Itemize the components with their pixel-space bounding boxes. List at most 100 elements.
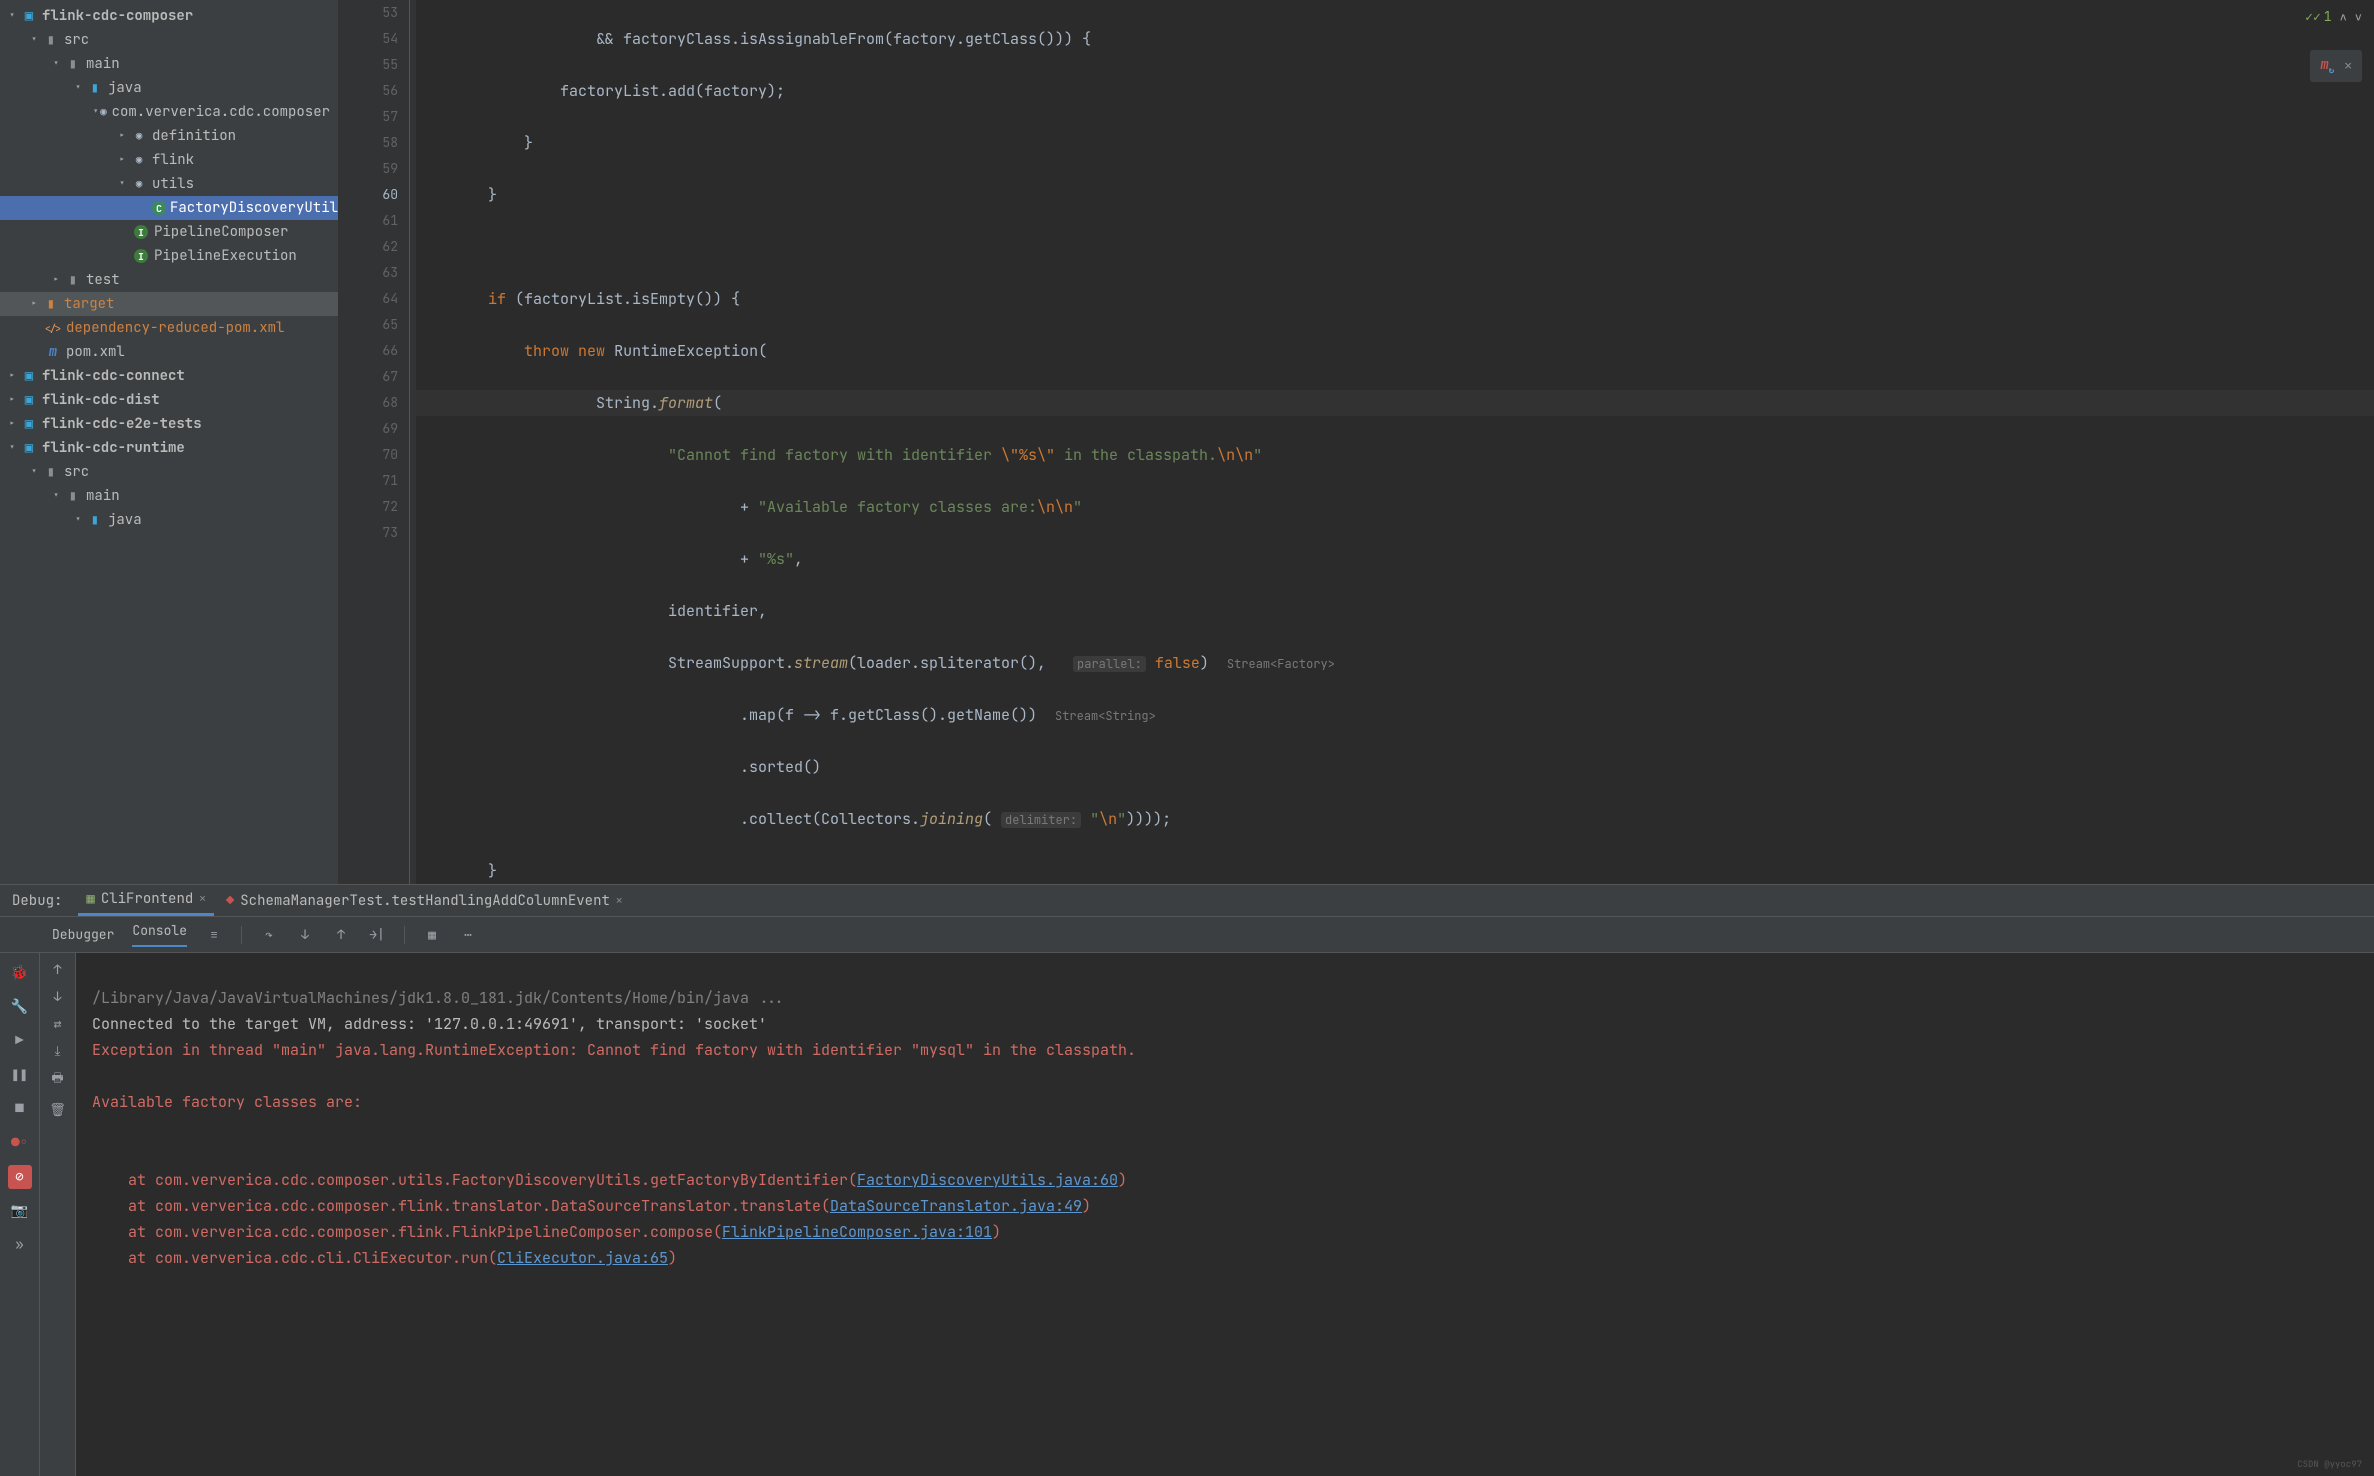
run-to-cursor-icon[interactable]: →| [368, 926, 386, 943]
stop-button[interactable]: ■ [8, 1097, 32, 1121]
class-icon: C [152, 201, 166, 215]
tree-file-pom[interactable]: mpom.xml [0, 340, 338, 364]
tree-label: main [86, 487, 120, 505]
interface-icon: I [132, 249, 150, 263]
code-line: .sorted() [416, 757, 821, 777]
maven-reload-notification[interactable]: m↻ ✕ [2310, 50, 2362, 82]
tree-folder-src2[interactable]: ▾▮src [0, 460, 338, 484]
tree-folder-main[interactable]: ▾▮main [0, 52, 338, 76]
line-number: 64 [338, 286, 398, 312]
tree-file-pipeline-execution[interactable]: I PipelineExecution [0, 244, 338, 268]
camera-button[interactable]: 📷 [8, 1199, 32, 1223]
tree-file-dep-pom[interactable]: </>dependency-reduced-pom.xml [0, 316, 338, 340]
view-breakpoints-button[interactable]: ●◦ [8, 1131, 32, 1155]
tree-folder-main2[interactable]: ▾▮main [0, 484, 338, 508]
close-tab-icon[interactable]: ✕ [616, 894, 623, 908]
source-link[interactable]: FactoryDiscoveryUtils.java:60 [857, 1170, 1118, 1190]
interface-icon: I [132, 225, 150, 239]
more-icon[interactable]: ⋯ [459, 926, 477, 943]
method-call: joining [920, 809, 983, 829]
line-number: 72 [338, 494, 398, 520]
method-call: stream [794, 653, 848, 673]
tree-label: com.ververica.cdc.composer [112, 103, 330, 121]
clear-button[interactable]: 🗑 [49, 1101, 66, 1118]
step-out-icon[interactable]: ↑ [332, 926, 350, 943]
tree-folder-flink[interactable]: ▸◉flink [0, 148, 338, 172]
debug-tab-schema-test[interactable]: ◆ SchemaManagerTest.testHandlingAddColum… [218, 885, 631, 916]
close-tab-icon[interactable]: ✕ [199, 892, 206, 906]
debug-tab-clifrontend[interactable]: ▦ CliFrontend ✕ [78, 885, 213, 916]
tree-folder-java[interactable]: ▾▮java [0, 76, 338, 100]
threads-icon[interactable]: ≡ [205, 926, 223, 943]
test-fail-icon: ◆ [226, 892, 234, 910]
tree-package[interactable]: ▾◉com.ververica.cdc.composer [0, 100, 338, 124]
tab-label: CliFrontend [101, 890, 193, 908]
source-link[interactable]: CliExecutor.java:65 [497, 1248, 668, 1268]
line-number: 58 [338, 130, 398, 156]
up-stack-button[interactable]: ↑ [54, 961, 62, 978]
code-text: String. [416, 393, 659, 413]
tree-folder-definition[interactable]: ▸◉definition [0, 124, 338, 148]
code-line: } [416, 133, 533, 153]
console-output[interactable]: /Library/Java/JavaVirtualMachines/jdk1.8… [76, 953, 2374, 1476]
source-link[interactable]: FlinkPipelineComposer.java:101 [722, 1222, 992, 1242]
tree-folder-test[interactable]: ▸▮test [0, 268, 338, 292]
more-button[interactable]: » [8, 1233, 32, 1257]
string: "Cannot find factory with identifier [668, 445, 1001, 465]
folder-icon: ▮ [64, 271, 82, 289]
folder-icon: ▮ [64, 55, 82, 73]
line-number: 68 [338, 390, 398, 416]
prev-problem-button[interactable]: ∧ [2340, 9, 2347, 25]
tree-folder-utils[interactable]: ▾◉utils [0, 172, 338, 196]
tree-module-dist[interactable]: ▸▣flink-cdc-dist [0, 388, 338, 412]
resume-button[interactable]: ▶ [8, 1029, 32, 1053]
xml-icon: </> [44, 322, 62, 335]
tree-module-connect[interactable]: ▸▣flink-cdc-connect [0, 364, 338, 388]
next-problem-button[interactable]: ∨ [2355, 9, 2362, 25]
code-line: } [416, 185, 497, 205]
tree-folder-target[interactable]: ▸▮target [0, 292, 338, 316]
console-error-line: Available factory classes are: [92, 1092, 362, 1112]
tree-label: java [108, 511, 142, 529]
step-over-icon[interactable]: ↷ [260, 926, 278, 943]
tree-label: main [86, 55, 120, 73]
tree-module-runtime[interactable]: ▾▣flink-cdc-runtime [0, 436, 338, 460]
tree-module-composer[interactable]: ▾▣flink-cdc-composer [0, 4, 338, 28]
print-button[interactable]: 🖶 [51, 1069, 63, 1091]
evaluate-icon[interactable]: ▦ [423, 926, 441, 943]
tree-module-e2e[interactable]: ▸▣flink-cdc-e2e-tests [0, 412, 338, 436]
code-area[interactable]: && factoryClass.isAssignableFrom(factory… [416, 0, 2374, 884]
console-line: /Library/Java/JavaVirtualMachines/jdk1.8… [92, 988, 785, 1008]
problems-indicator[interactable]: ✓✓1 [2305, 8, 2331, 25]
rerun-button[interactable]: 🐞 [8, 961, 32, 985]
mute-breakpoints-button[interactable]: ⊘ [8, 1165, 32, 1189]
code-text: + [416, 549, 758, 569]
code-line: identifier, [416, 601, 767, 621]
project-tree[interactable]: ▾▣flink-cdc-composer ▾▮src ▾▮main ▾▮java… [0, 0, 338, 884]
source-folder-icon: ▮ [86, 79, 104, 97]
chevron-down-icon: ▾ [70, 513, 86, 527]
modify-run-config-button[interactable]: 🔧 [8, 995, 32, 1019]
string: "%s" [758, 549, 794, 569]
module-icon: ▣ [20, 367, 38, 385]
tree-file-pipeline-composer[interactable]: IPipelineComposer [0, 220, 338, 244]
debug-label: Debug: [12, 892, 62, 910]
tree-folder-src[interactable]: ▾▮src [0, 28, 338, 52]
tree-file-factory-discovery[interactable]: CFactoryDiscoveryUtils [0, 196, 338, 220]
code-editor[interactable]: 53 54 55 56 57 58 59 60 61 62 63 64 65 6… [338, 0, 2374, 884]
step-into-icon[interactable]: ↓ [296, 926, 314, 943]
console-line: Connected to the target VM, address: '12… [92, 1014, 767, 1034]
close-icon[interactable]: ✕ [2344, 57, 2352, 74]
scroll-end-button[interactable]: ⤓ [55, 1042, 61, 1059]
soft-wrap-button[interactable]: ⇄ [54, 1015, 62, 1032]
tree-label: PipelineExecution [154, 247, 297, 265]
debugger-tab[interactable]: Debugger [52, 926, 114, 943]
tree-label: flink-cdc-e2e-tests [42, 415, 202, 433]
console-tab[interactable]: Console [132, 922, 187, 947]
pause-button[interactable]: ❚❚ [8, 1063, 32, 1087]
source-link[interactable]: DataSourceTranslator.java:49 [830, 1196, 1082, 1216]
line-number: 71 [338, 468, 398, 494]
type-hint: Stream<Factory> [1227, 656, 1335, 672]
tree-folder-java2[interactable]: ▾▮java [0, 508, 338, 532]
down-stack-button[interactable]: ↓ [54, 988, 62, 1005]
